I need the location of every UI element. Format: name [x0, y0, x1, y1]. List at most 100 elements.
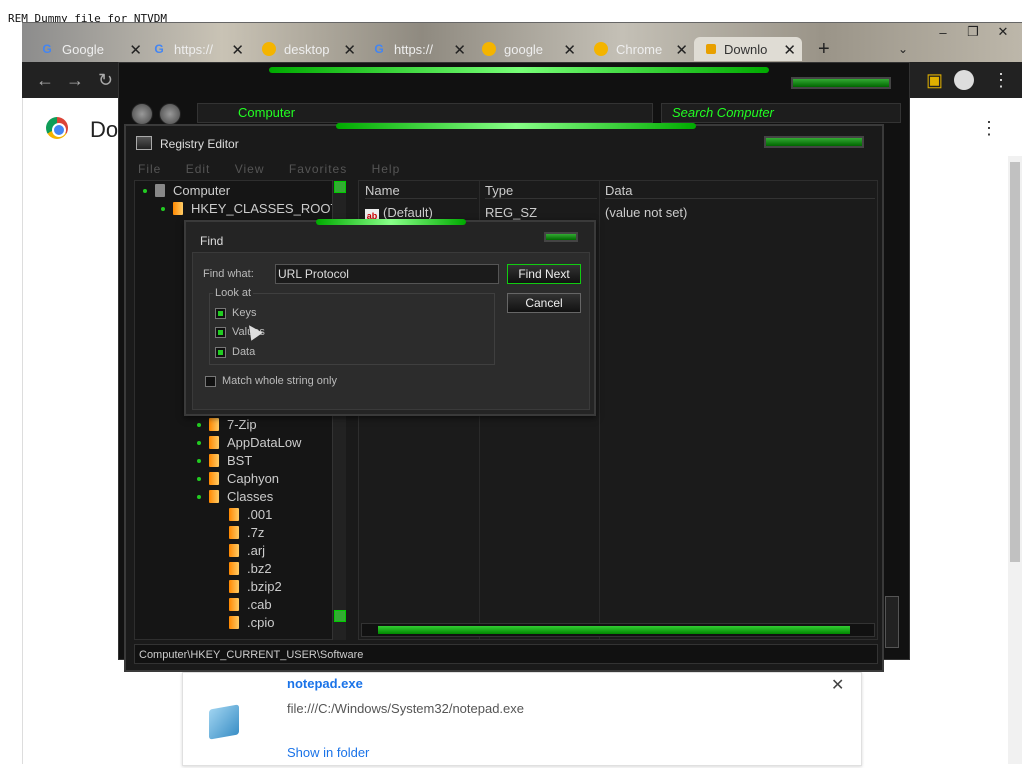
tree-item-classes[interactable]: Classes [197, 489, 273, 504]
profile-avatar[interactable] [954, 70, 974, 90]
folder-icon [209, 418, 219, 431]
tree-item-appdatalow[interactable]: AppDataLow [197, 435, 301, 450]
maximize-button[interactable]: ❐ [958, 23, 988, 41]
column-header-data[interactable]: Data [605, 183, 875, 199]
find-next-button[interactable]: Find Next [507, 264, 581, 284]
cancel-button[interactable]: Cancel [507, 293, 581, 313]
folder-icon [229, 598, 239, 611]
reload-icon[interactable]: ↻ [98, 70, 113, 91]
close-icon[interactable]: ✕ [831, 675, 844, 695]
close-icon[interactable]: ✕ [343, 41, 356, 59]
page-title: Do [90, 117, 119, 142]
close-icon[interactable]: ✕ [675, 41, 688, 59]
tree-item-computer[interactable]: Computer [143, 183, 230, 198]
close-icon[interactable]: ✕ [783, 41, 796, 59]
chrome-icon [482, 42, 496, 56]
address-bar[interactable]: Computer [197, 103, 653, 123]
menu-edit[interactable]: Edit [186, 162, 211, 176]
download-icon [706, 44, 716, 54]
folder-icon [229, 616, 239, 629]
close-window-button[interactable]: ✕ [988, 23, 1018, 41]
tab-chrome[interactable]: Chrome ✕ [594, 37, 688, 61]
tree-item-cab[interactable]: .cab [229, 597, 272, 612]
minimize-button[interactable]: – [928, 23, 958, 41]
google-icon: G [374, 42, 384, 56]
window-title: Registry Editor [160, 137, 239, 151]
scroll-down-icon[interactable] [334, 610, 346, 622]
checkbox-icon [215, 326, 226, 338]
folder-icon [229, 526, 239, 539]
forward-icon[interactable] [159, 103, 181, 125]
window-glow [269, 67, 769, 73]
tree-item-7z[interactable]: .7z [229, 525, 264, 540]
page-scrollbar[interactable] [1008, 156, 1022, 764]
folder-icon [173, 202, 183, 215]
folder-icon [209, 490, 219, 503]
find-what-label: Find what: [203, 268, 254, 280]
notepad-icon [209, 704, 239, 740]
keys-checkbox[interactable]: Keys [215, 307, 256, 319]
status-bar: Computer\HKEY_CURRENT_USER\Software [134, 644, 878, 664]
chrome-icon [262, 42, 276, 56]
checkbox-icon [215, 307, 226, 319]
window-controls: – ❐ ✕ [928, 23, 1018, 41]
tree-item-7zip[interactable]: 7-Zip [197, 417, 257, 432]
google-icon: G [42, 42, 52, 56]
page-menu-icon[interactable]: ⋮ [980, 118, 998, 139]
explorer-scrollbar[interactable] [885, 596, 899, 648]
checkbox-icon [205, 375, 216, 387]
menu-favorites[interactable]: Favorites [289, 162, 347, 176]
tree-item-001[interactable]: .001 [229, 507, 272, 522]
tree-item-bz2[interactable]: .bz2 [229, 561, 272, 576]
tree-item-hkcr[interactable]: HKEY_CLASSES_ROOT [161, 201, 338, 216]
folder-icon [229, 508, 239, 521]
show-in-folder-link[interactable]: Show in folder [287, 745, 369, 760]
close-icon[interactable]: ✕ [453, 41, 466, 59]
close-icon[interactable]: ✕ [231, 41, 244, 59]
data-checkbox[interactable]: Data [215, 346, 255, 358]
new-tab-button[interactable]: + [818, 37, 830, 61]
tab-google-2[interactable]: google ✕ [482, 37, 576, 61]
tab-search-chevron-icon[interactable]: ⌄ [898, 37, 908, 61]
tab-google[interactable]: G Google ✕ [40, 37, 142, 61]
folder-icon [229, 580, 239, 593]
tree-item-bst[interactable]: BST [197, 453, 252, 468]
tab-downloads[interactable]: Downlo ✕ [694, 37, 802, 61]
explorer-window-controls[interactable] [791, 77, 891, 89]
tree-item-arj[interactable]: .arj [229, 543, 265, 558]
tree-item-caphyon[interactable]: Caphyon [197, 471, 279, 486]
menu-help[interactable]: Help [372, 162, 401, 176]
scrollbar-thumb[interactable] [1010, 162, 1020, 562]
window-glow [316, 219, 466, 225]
folder-icon [229, 544, 239, 557]
search-input[interactable]: Search Computer [661, 103, 901, 123]
close-icon[interactable]: ✕ [129, 41, 142, 59]
download-filename[interactable]: notepad.exe [287, 676, 363, 691]
back-icon[interactable]: ← [36, 70, 54, 91]
tree-item-bzip2[interactable]: .bzip2 [229, 579, 282, 594]
column-header-type[interactable]: Type [485, 183, 597, 199]
find-what-input[interactable] [275, 264, 499, 284]
registry-window-controls[interactable] [764, 136, 864, 148]
folder-icon [209, 436, 219, 449]
dialog-close-button[interactable] [544, 232, 578, 242]
back-icon[interactable] [131, 103, 153, 125]
dialog-title: Find [200, 234, 224, 248]
menu-kebab-icon[interactable]: ⋮ [992, 70, 1010, 91]
tab-desktop[interactable]: desktop ✕ [262, 37, 356, 61]
list-horizontal-scrollbar[interactable] [361, 623, 875, 637]
extension-icon[interactable]: ▣ [926, 70, 943, 91]
tab-https-1[interactable]: G https://✕ [152, 37, 244, 61]
computer-icon [155, 184, 165, 197]
column-header-name[interactable]: Name [365, 183, 477, 199]
scroll-up-icon[interactable] [334, 181, 346, 193]
chrome-icon [594, 42, 608, 56]
menu-view[interactable]: View [235, 162, 265, 176]
close-icon[interactable]: ✕ [563, 41, 576, 59]
browser-tabstrip: G Google ✕ G https://✕ desktop ✕ G https:/… [22, 22, 1022, 62]
tree-item-cpio[interactable]: .cpio [229, 615, 274, 630]
tab-https-2[interactable]: G https://✕ [372, 37, 466, 61]
forward-icon[interactable]: → [66, 70, 84, 91]
match-whole-string-checkbox[interactable]: Match whole string only [205, 375, 337, 387]
menu-file[interactable]: File [138, 162, 161, 176]
